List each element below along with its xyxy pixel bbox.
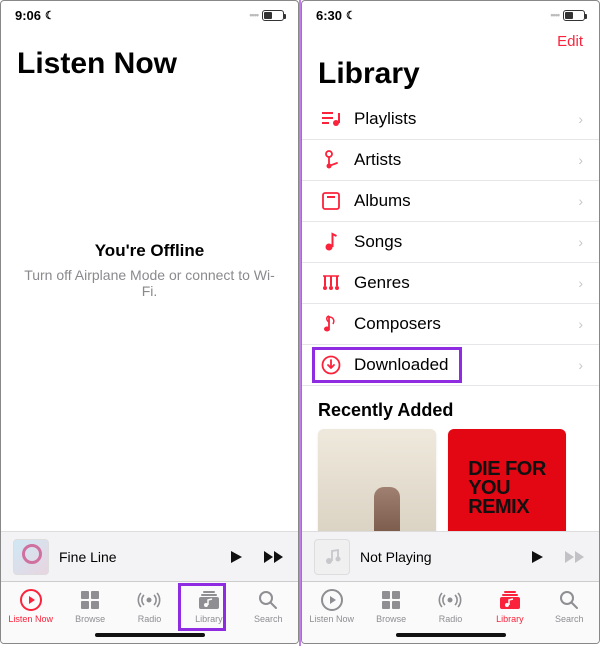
radio-icon (438, 588, 462, 612)
tab-bar: Listen Now Browse Radio Library (302, 581, 599, 643)
battery-icon (262, 10, 284, 21)
forward-icon[interactable] (262, 549, 286, 565)
recently-added-row: DIE FOR YOU REMIX (302, 429, 599, 531)
library-list: Playlists › Artists › Albums › (302, 99, 599, 386)
tab-browse[interactable]: Browse (62, 588, 118, 624)
edit-button[interactable]: Edit (557, 33, 583, 50)
grid-icon (381, 588, 401, 612)
grid-icon (80, 588, 100, 612)
status-time: 9:06 (15, 8, 41, 23)
now-playing-bar[interactable]: Fine Line (1, 531, 298, 581)
play-circle-icon (321, 588, 343, 612)
cell-signal-icon: •••• (550, 10, 559, 20)
status-time: 6:30 (316, 8, 342, 23)
library-row-artists[interactable]: Artists › (302, 140, 599, 181)
dnd-moon-icon: ☾ (346, 9, 356, 22)
status-bar: 9:06 ☾ •••• (1, 1, 298, 29)
now-playing-artwork[interactable] (13, 539, 49, 575)
home-indicator[interactable] (95, 633, 205, 637)
offline-heading: You're Offline (95, 241, 205, 261)
chevron-right-icon: › (578, 275, 583, 291)
library-row-composers[interactable]: Composers › (302, 304, 599, 345)
battery-icon (563, 10, 585, 21)
chevron-right-icon: › (578, 152, 583, 168)
chevron-right-icon: › (578, 111, 583, 127)
library-row-downloaded[interactable]: Downloaded › (302, 345, 599, 386)
tab-radio[interactable]: Radio (121, 588, 177, 624)
now-playing-title: Not Playing (360, 549, 519, 565)
library-row-playlists[interactable]: Playlists › (302, 99, 599, 140)
playlists-icon (318, 110, 344, 128)
artists-icon (318, 150, 344, 170)
home-indicator[interactable] (396, 633, 506, 637)
tab-listen-now[interactable]: Listen Now (304, 588, 360, 624)
albums-icon (318, 192, 344, 210)
chevron-right-icon: › (578, 193, 583, 209)
tab-radio[interactable]: Radio (422, 588, 478, 624)
now-playing-artwork[interactable] (314, 539, 350, 575)
play-icon[interactable] (228, 549, 244, 565)
dnd-moon-icon: ☾ (45, 9, 55, 22)
library-row-songs[interactable]: Songs › (302, 222, 599, 263)
tab-search[interactable]: Search (240, 588, 296, 624)
library-row-albums[interactable]: Albums › (302, 181, 599, 222)
tab-listen-now[interactable]: Listen Now (3, 588, 59, 624)
search-icon (559, 588, 579, 612)
now-playing-title: Fine Line (59, 549, 218, 565)
album-art-2[interactable]: DIE FOR YOU REMIX (448, 429, 566, 531)
now-playing-bar[interactable]: Not Playing (302, 531, 599, 581)
tab-browse[interactable]: Browse (363, 588, 419, 624)
tab-library[interactable]: Library (482, 588, 538, 624)
genres-icon (318, 274, 344, 292)
forward-icon[interactable] (563, 549, 587, 565)
chevron-right-icon: › (578, 357, 583, 373)
library-icon (499, 588, 521, 612)
composers-icon (318, 314, 344, 334)
tab-search[interactable]: Search (541, 588, 597, 624)
search-icon (258, 588, 278, 612)
phone-library: 6:30 ☾ •••• Edit Library Playlists › (301, 0, 600, 644)
page-title: Library (318, 57, 420, 91)
status-bar: 6:30 ☾ •••• (302, 1, 599, 29)
library-icon (198, 588, 220, 612)
cell-signal-icon: •••• (249, 10, 258, 20)
recently-added-heading: Recently Added (302, 386, 599, 429)
phone-listen-now: 9:06 ☾ •••• Listen Now You're Offline Tu… (0, 0, 299, 644)
songs-icon (318, 232, 344, 252)
album-red-text: DIE FOR YOU REMIX (462, 454, 552, 523)
tab-library[interactable]: Library (181, 588, 237, 624)
tab-bar: Listen Now Browse Radio Library (1, 581, 298, 643)
play-icon[interactable] (529, 549, 545, 565)
offline-message: You're Offline Turn off Airplane Mode or… (1, 89, 298, 491)
album-art-1[interactable] (318, 429, 436, 531)
page-title: Listen Now (17, 47, 177, 81)
library-row-genres[interactable]: Genres › (302, 263, 599, 304)
chevron-right-icon: › (578, 316, 583, 332)
chevron-right-icon: › (578, 234, 583, 250)
offline-subtext: Turn off Airplane Mode or connect to Wi-… (21, 267, 278, 299)
play-circle-icon (20, 588, 42, 612)
radio-icon (137, 588, 161, 612)
downloaded-icon (318, 355, 344, 375)
